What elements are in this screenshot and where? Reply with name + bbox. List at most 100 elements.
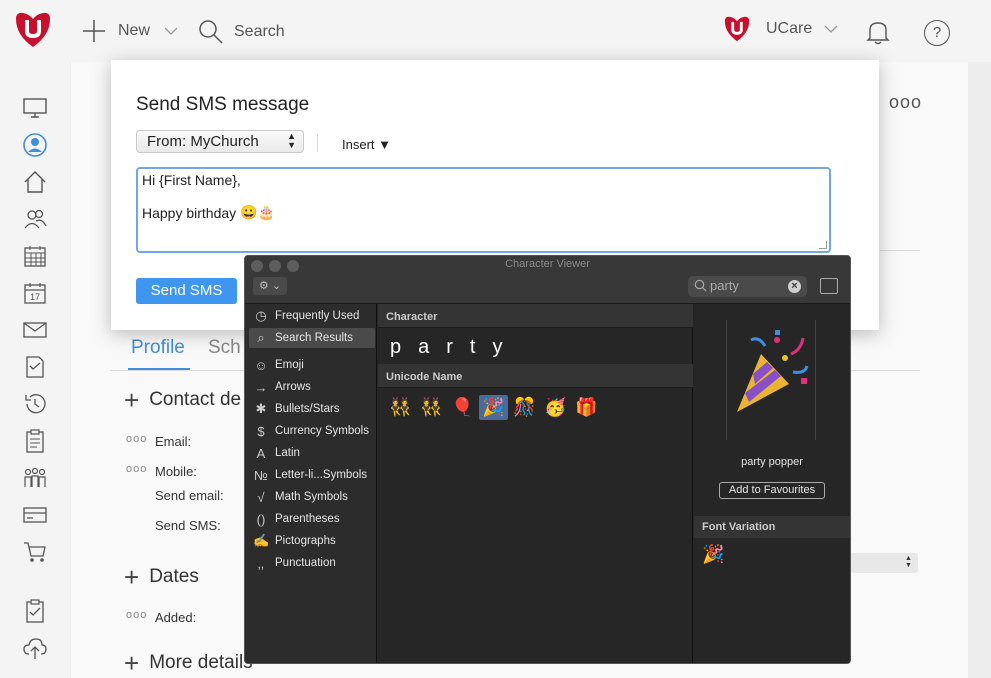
section-dates[interactable]: + Dates: [124, 564, 199, 590]
category-label: Parentheses: [275, 513, 340, 525]
grid-view-icon[interactable]: [820, 278, 838, 294]
viewer-title-bar[interactable]: Character Viewer ⚙ ⌄ party ×: [245, 256, 850, 304]
section-title: More details: [149, 652, 253, 673]
sqrt-icon: √: [257, 489, 265, 505]
emoji-result[interactable]: 👯: [417, 395, 446, 420]
clear-search-icon[interactable]: ×: [788, 280, 801, 293]
emoji-result[interactable]: 🎈: [448, 395, 477, 420]
font-variation-item[interactable]: 🎉: [702, 544, 724, 565]
category-math-symbols[interactable]: √ Math Symbols: [249, 487, 375, 507]
category-arrows[interactable]: → Arrows: [249, 377, 375, 397]
monitor-icon[interactable]: [22, 95, 48, 121]
character-result[interactable]: p: [390, 336, 401, 359]
tab-profile[interactable]: Profile: [131, 337, 185, 359]
emoji-result[interactable]: 🎁: [572, 395, 601, 420]
message-textarea[interactable]: Hi {First Name}, Happy birthday 😀🎂: [136, 167, 831, 253]
category-bullets-stars[interactable]: ✱ Bullets/Stars: [249, 399, 375, 419]
character-result[interactable]: t: [470, 336, 476, 359]
from-select[interactable]: From: MyChurch ▲ ▼: [136, 130, 304, 153]
calendar-icon[interactable]: [22, 243, 48, 269]
writing-hand-icon: ✍: [253, 533, 270, 548]
category-label: Bullets/Stars: [275, 403, 340, 415]
cloud-upload-icon[interactable]: [22, 635, 48, 661]
message-emojis: 😀🎂: [240, 204, 276, 220]
category-search-results[interactable]: ⌕ Search Results: [249, 328, 375, 348]
plus-icon: +: [124, 385, 140, 415]
users-icon[interactable]: [22, 206, 48, 232]
section-title: Dates: [149, 566, 199, 587]
character-header: Character: [378, 304, 693, 328]
drag-handle-icon[interactable]: ooo: [126, 463, 147, 475]
left-nav: 17: [0, 62, 70, 678]
unicode-name-header: Unicode Name: [378, 364, 693, 388]
plus-icon: +: [124, 648, 140, 678]
org-switcher[interactable]: UCare: [722, 14, 838, 44]
character-results: p a r t y: [390, 336, 502, 359]
group-icon[interactable]: [22, 465, 48, 491]
search-icon: [694, 279, 707, 292]
character-result[interactable]: y: [492, 336, 502, 359]
emoji-results: 👯 👯 🎈 🎉 🎊 🥳 🎁: [386, 395, 601, 420]
top-bar: New Search UCare ?: [0, 0, 991, 62]
category-emoji[interactable]: ☺ Emoji: [249, 355, 375, 375]
category-latin[interactable]: A Latin: [249, 443, 375, 463]
plus-icon: [83, 20, 105, 42]
category-letterlike-symbols[interactable]: № Letter-li...Symbols: [249, 465, 375, 485]
emoji-result[interactable]: 🥳: [541, 395, 570, 420]
drag-handle-icon[interactable]: ooo: [126, 433, 147, 445]
email-label: Email:: [155, 434, 192, 449]
resize-handle[interactable]: [819, 241, 827, 249]
category-label: Search Results: [275, 332, 353, 344]
category-pictographs[interactable]: ✍ Pictographs: [249, 531, 375, 551]
user-icon[interactable]: [22, 132, 48, 158]
edit-doc-icon[interactable]: [22, 354, 48, 380]
app-logo[interactable]: [12, 9, 54, 51]
search-value: party: [710, 278, 739, 293]
new-button[interactable]: New: [82, 19, 178, 43]
emoji-result[interactable]: 👯: [386, 395, 415, 420]
more-options-button[interactable]: ooo: [889, 92, 922, 113]
help-button[interactable]: ?: [924, 20, 950, 46]
chevron-down-icon: [824, 25, 838, 33]
section-title: Contact de: [149, 389, 242, 410]
send-sms-label: Send SMS:: [155, 518, 221, 533]
clipboard-icon[interactable]: [22, 428, 48, 454]
section-more-details[interactable]: + More details: [124, 648, 253, 678]
search-icon: ⌕: [257, 330, 265, 345]
character-result[interactable]: a: [418, 336, 429, 359]
bell-icon[interactable]: [864, 18, 892, 46]
add-to-favourites-button[interactable]: Add to Favourites: [719, 482, 825, 499]
insert-dropdown[interactable]: Insert ▼: [342, 137, 391, 152]
emoji-result[interactable]: 🎊: [510, 395, 539, 420]
home-icon[interactable]: [22, 169, 48, 195]
history-icon[interactable]: [22, 391, 48, 417]
gear-menu-button[interactable]: ⚙ ⌄: [253, 277, 287, 295]
search-button[interactable]: Search: [198, 19, 285, 45]
category-parentheses[interactable]: () Parentheses: [249, 509, 375, 529]
category-currency-symbols[interactable]: $ Currency Symbols: [249, 421, 375, 441]
character-preview: [726, 320, 816, 440]
added-label: Added:: [155, 610, 197, 625]
results-pane: Character p a r t y Unicode Name 👯 👯 🎈 🎉…: [378, 304, 693, 663]
emoji-result-selected[interactable]: 🎉: [479, 395, 508, 420]
checklist-icon[interactable]: [22, 598, 48, 624]
character-result[interactable]: r: [446, 336, 453, 359]
parentheses-icon: (): [256, 511, 266, 527]
drag-handle-icon[interactable]: ooo: [126, 609, 147, 621]
viewer-search-input[interactable]: party ×: [688, 276, 807, 297]
tab-schedule[interactable]: Sch: [208, 337, 241, 359]
selected-character-name: party popper: [741, 456, 803, 468]
category-label: Punctuation: [275, 557, 336, 569]
send-sms-button[interactable]: Send SMS: [136, 278, 237, 304]
category-label: Pictographs: [275, 535, 336, 547]
mail-icon[interactable]: [22, 317, 48, 343]
cart-icon[interactable]: [22, 539, 48, 565]
section-contact-details[interactable]: + Contact de: [124, 385, 242, 415]
category-frequently-used[interactable]: ◷ Frequently Used: [249, 306, 375, 326]
detail-pane: party popper Add to Favourites Font Vari…: [694, 304, 850, 663]
category-punctuation[interactable]: ‚, Punctuation: [249, 553, 375, 573]
dollar-icon: $: [257, 423, 265, 439]
background-select[interactable]: ▲▼: [850, 553, 918, 573]
calendar-day-icon[interactable]: 17: [22, 280, 48, 306]
card-icon[interactable]: [22, 502, 48, 528]
